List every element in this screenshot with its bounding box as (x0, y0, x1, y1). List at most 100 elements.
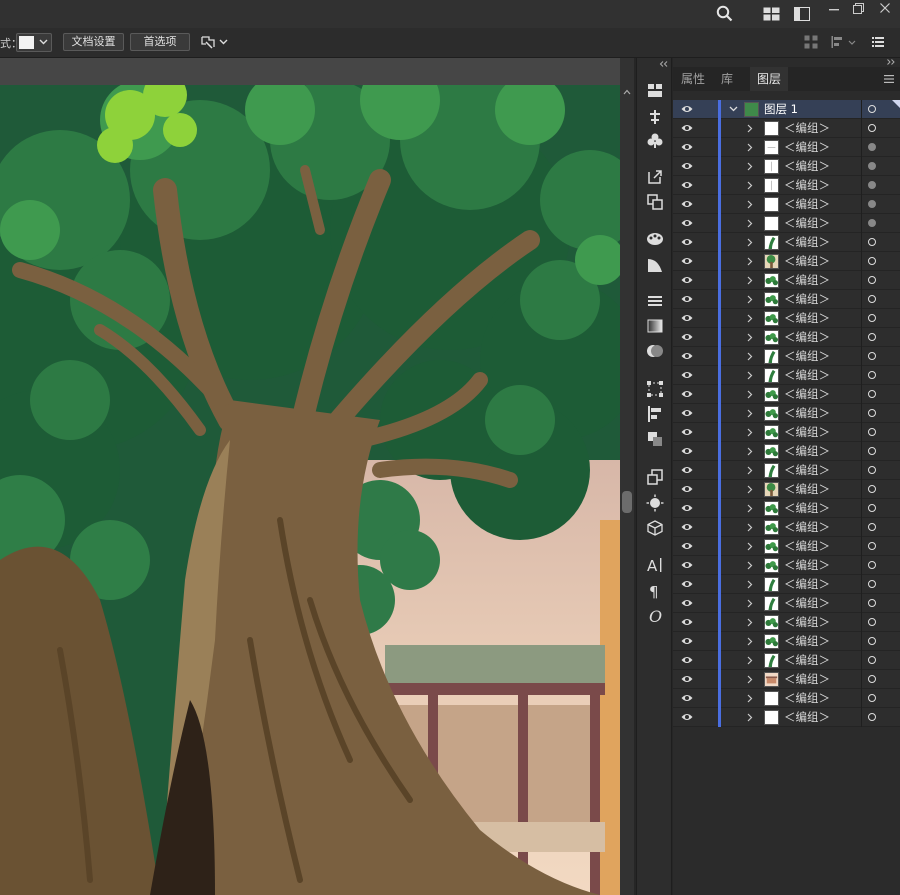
visibility-eye-icon[interactable] (681, 636, 693, 646)
group-row[interactable]: ＜编组＞ (673, 556, 900, 575)
expand-chevron-icon[interactable] (747, 162, 753, 171)
target-circle-icon[interactable] (868, 466, 876, 474)
symbols-icon[interactable] (646, 132, 664, 150)
group-row[interactable]: ＜编组＞ (673, 670, 900, 689)
group-row[interactable]: ＜编组＞ (673, 594, 900, 613)
puppet-warp-icon[interactable] (646, 108, 664, 126)
transform-panel-icon[interactable] (646, 380, 664, 398)
expand-chevron-icon[interactable] (747, 390, 753, 399)
target-circle-icon[interactable] (868, 656, 876, 664)
visibility-eye-icon[interactable] (681, 351, 693, 361)
visibility-eye-icon[interactable] (681, 180, 693, 190)
group-row[interactable]: ＜编组＞ (673, 233, 900, 252)
group-row[interactable]: ＜编组＞ (673, 651, 900, 670)
expand-chevron-icon[interactable] (747, 580, 753, 589)
expand-chevron-icon[interactable] (747, 295, 753, 304)
tab-layers[interactable]: 图层 (750, 67, 788, 91)
arrange-chevron-down-icon[interactable] (219, 39, 228, 45)
group-row[interactable]: ＜编组＞ (673, 575, 900, 594)
group-row[interactable]: ＜编组＞ (673, 499, 900, 518)
align-icon[interactable] (831, 35, 845, 49)
group-row[interactable]: ＜编组＞ (673, 518, 900, 537)
cc-libraries-icon[interactable] (646, 82, 664, 100)
visibility-eye-icon[interactable] (681, 465, 693, 475)
target-circle-icon[interactable] (868, 504, 876, 512)
target-circle-icon[interactable] (868, 124, 876, 132)
visibility-eye-icon[interactable] (681, 256, 693, 266)
restore-icon[interactable] (853, 3, 864, 14)
visibility-eye-icon[interactable] (681, 370, 693, 380)
expand-chevron-icon[interactable] (747, 504, 753, 513)
visibility-eye-icon[interactable] (681, 712, 693, 722)
scrollbar-thumb[interactable] (622, 491, 632, 513)
minimize-icon[interactable] (829, 9, 839, 11)
group-row[interactable]: ＜编组＞ (673, 176, 900, 195)
expand-chevron-icon[interactable] (729, 106, 738, 112)
control-menu-icon[interactable] (872, 37, 884, 47)
target-circle-icon[interactable] (868, 618, 876, 626)
visibility-eye-icon[interactable] (681, 294, 693, 304)
target-circle-icon[interactable] (868, 713, 876, 721)
transform-icon[interactable] (804, 35, 818, 49)
style-swatch-dropdown[interactable] (16, 33, 52, 52)
gradient-icon[interactable] (646, 317, 664, 335)
target-circle-icon[interactable] (868, 219, 876, 227)
visibility-eye-icon[interactable] (681, 522, 693, 532)
target-circle-icon[interactable] (868, 181, 876, 189)
group-row[interactable]: ＜编组＞ (673, 138, 900, 157)
visibility-eye-icon[interactable] (681, 503, 693, 513)
target-circle-icon[interactable] (868, 143, 876, 151)
visibility-eye-icon[interactable] (681, 218, 693, 228)
visibility-eye-icon[interactable] (681, 313, 693, 323)
panel-menu-icon[interactable] (884, 75, 894, 83)
group-row[interactable]: ＜编组＞ (673, 119, 900, 138)
search-icon[interactable] (716, 5, 733, 22)
expand-chevron-icon[interactable] (747, 675, 753, 684)
group-row[interactable]: ＜编组＞ (673, 537, 900, 556)
pathfinder-icon[interactable] (646, 430, 664, 448)
group-row[interactable]: ＜编组＞ (673, 157, 900, 176)
expand-chevron-icon[interactable] (747, 238, 753, 247)
color-palette-icon[interactable] (646, 230, 664, 248)
group-row[interactable]: ＜编组＞ (673, 366, 900, 385)
target-circle-icon[interactable] (868, 295, 876, 303)
visibility-eye-icon[interactable] (681, 484, 693, 494)
expand-chevron-icon[interactable] (747, 656, 753, 665)
group-row[interactable]: ＜编组＞ (673, 252, 900, 271)
group-row[interactable]: ＜编组＞ (673, 708, 900, 727)
expand-chevron-icon[interactable] (747, 523, 753, 532)
visibility-eye-icon[interactable] (681, 655, 693, 665)
group-row[interactable]: ＜编组＞ (673, 271, 900, 290)
group-row[interactable]: ＜编组＞ (673, 347, 900, 366)
expand-chevron-icon[interactable] (747, 314, 753, 323)
visibility-eye-icon[interactable] (681, 332, 693, 342)
group-row[interactable]: ＜编组＞ (673, 195, 900, 214)
expand-chevron-icon[interactable] (747, 618, 753, 627)
target-circle-icon[interactable] (868, 409, 876, 417)
expand-chevron-icon[interactable] (747, 257, 753, 266)
visibility-eye-icon[interactable] (681, 199, 693, 209)
group-row[interactable]: ＜编组＞ (673, 214, 900, 233)
expand-chevron-icon[interactable] (747, 428, 753, 437)
visibility-eye-icon[interactable] (681, 408, 693, 418)
expand-chevron-icon[interactable] (747, 276, 753, 285)
layer-row[interactable]: 图层 1 (673, 100, 900, 119)
group-row[interactable]: ＜编组＞ (673, 328, 900, 347)
expand-chevron-icon[interactable] (747, 200, 753, 209)
target-circle-icon[interactable] (868, 238, 876, 246)
tab-properties[interactable]: 属性 (681, 67, 707, 91)
target-circle-icon[interactable] (868, 561, 876, 569)
visibility-eye-icon[interactable] (681, 237, 693, 247)
group-row[interactable]: ＜编组＞ (673, 404, 900, 423)
target-circle-icon[interactable] (868, 637, 876, 645)
group-row[interactable]: ＜编组＞ (673, 689, 900, 708)
target-circle-icon[interactable] (868, 675, 876, 683)
expand-chevron-icon[interactable] (747, 352, 753, 361)
group-row[interactable]: ＜编组＞ (673, 423, 900, 442)
visibility-eye-icon[interactable] (681, 427, 693, 437)
align-panel-icon[interactable] (646, 405, 664, 423)
expand-chevron-icon[interactable] (747, 447, 753, 456)
target-circle-icon[interactable] (868, 314, 876, 322)
scroll-up-icon[interactable] (623, 89, 631, 95)
visibility-eye-icon[interactable] (681, 161, 693, 171)
